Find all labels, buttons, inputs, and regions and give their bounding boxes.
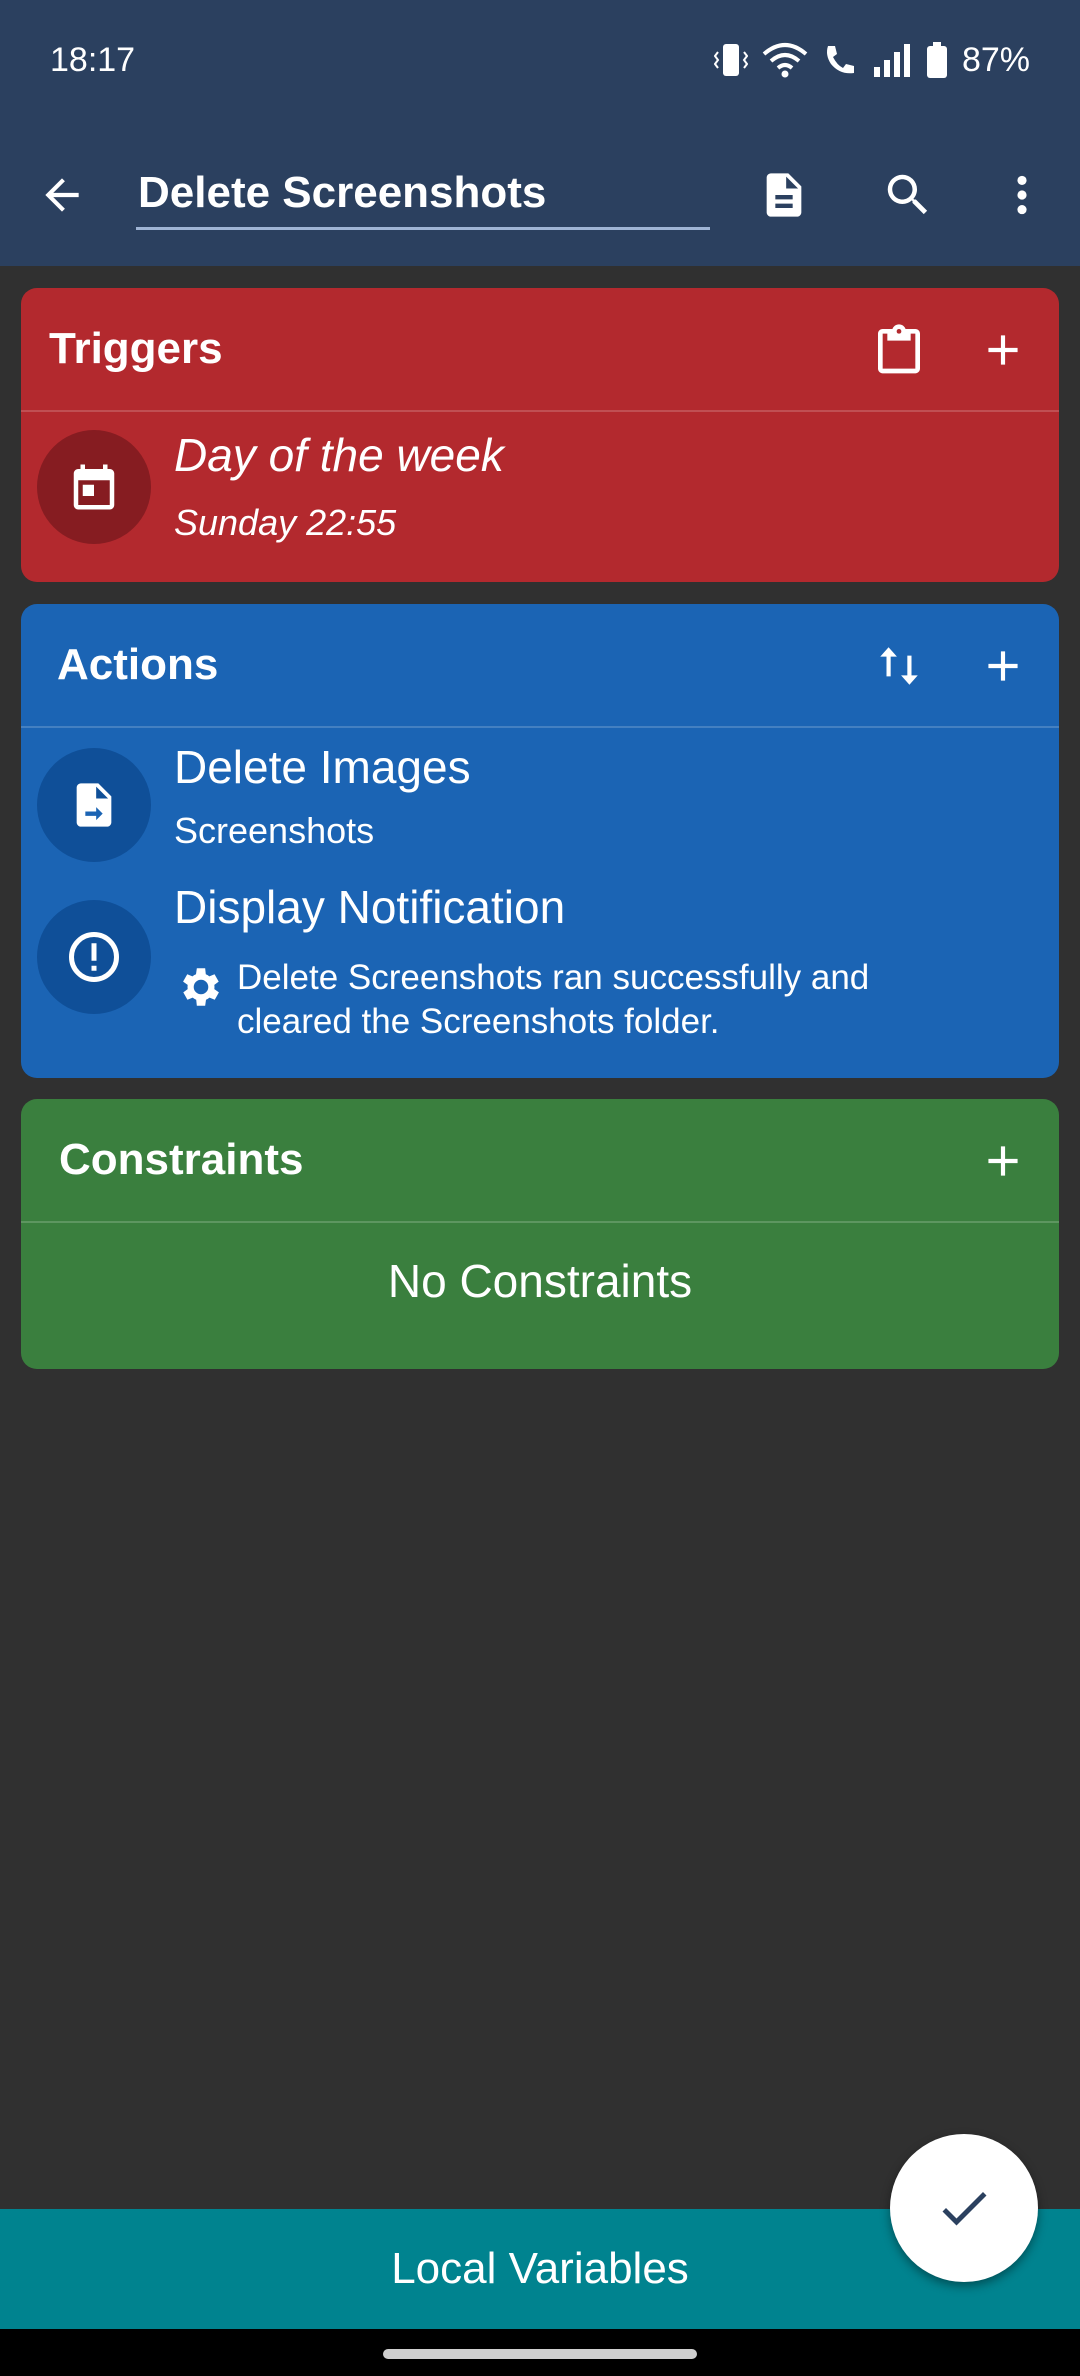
trigger-item-day-of-week[interactable]: Day of the week Sunday 22:55 <box>21 412 1059 582</box>
swap-vertical-icon <box>880 647 918 685</box>
file-move-icon <box>76 783 112 827</box>
action-icon-circle <box>37 748 151 862</box>
trigger-icon-circle <box>37 430 151 544</box>
wifi-calling-icon <box>826 46 854 74</box>
action-icon-circle <box>37 900 151 1014</box>
clipboard-icon <box>878 324 920 374</box>
action-item-display-notification[interactable]: Display Notification Delete Screenshots … <box>21 874 1059 1078</box>
constraints-header: Constraints <box>21 1099 1059 1223</box>
macro-name-text: Delete Screenshots <box>138 167 547 217</box>
triggers-card: Triggers Day of the week Sunday 22:55 <box>21 288 1059 582</box>
action-title: Delete Images <box>174 741 471 793</box>
search-button[interactable] <box>876 163 940 227</box>
back-button[interactable] <box>30 163 94 227</box>
reorder-actions-button[interactable] <box>867 634 931 698</box>
more-vert-icon <box>1017 175 1027 215</box>
home-gesture-pill[interactable] <box>383 2349 697 2359</box>
action-item-delete-images[interactable]: Delete Images Screenshots <box>21 728 1059 874</box>
triggers-title: Triggers <box>49 324 223 373</box>
description-button[interactable] <box>752 163 816 227</box>
actions-title: Actions <box>57 640 219 689</box>
check-icon <box>942 2192 987 2226</box>
action-subtitle: Screenshots <box>174 810 375 851</box>
navigation-bar <box>0 2329 1080 2376</box>
signal-icon <box>873 44 910 77</box>
status-time: 18:17 <box>50 40 136 79</box>
trigger-subtitle: Sunday 22:55 <box>174 502 397 543</box>
toolbar: Delete Screenshots <box>0 130 1080 260</box>
constraints-card: Constraints No Constraints <box>21 1099 1059 1369</box>
gear-icon <box>183 968 219 1006</box>
plus-icon <box>988 1146 1018 1176</box>
document-icon <box>766 173 802 217</box>
action-subtitle: Delete Screenshots ran successfully and … <box>237 958 870 1041</box>
paste-trigger-button[interactable] <box>867 318 931 382</box>
calendar-icon <box>73 464 115 510</box>
more-options-button[interactable] <box>990 163 1054 227</box>
battery-percent: 87% <box>961 40 1030 79</box>
wifi-icon <box>762 43 808 78</box>
triggers-header-actions <box>867 318 1035 382</box>
macro-name-input[interactable]: Delete Screenshots <box>136 158 710 230</box>
actions-header-actions <box>867 634 1035 698</box>
no-constraints-text: No Constraints <box>387 1255 693 1307</box>
add-action-button[interactable] <box>971 634 1035 698</box>
trigger-title: Day of the week <box>174 429 504 481</box>
status-icons: 87% <box>713 40 1030 80</box>
save-fab[interactable] <box>890 2134 1038 2282</box>
action-title: Display Notification <box>174 881 566 933</box>
triggers-header: Triggers <box>21 288 1059 412</box>
add-trigger-button[interactable] <box>971 318 1035 382</box>
local-variables-label: Local Variables <box>391 2244 689 2293</box>
actions-header: Actions <box>21 604 1059 728</box>
constraints-title: Constraints <box>59 1135 304 1184</box>
arrow-left-icon <box>45 178 79 212</box>
add-constraint-button[interactable] <box>971 1129 1035 1193</box>
battery-icon <box>926 42 947 78</box>
plus-icon <box>988 335 1018 365</box>
status-bar: 18:17 87% <box>0 0 1080 120</box>
search-icon <box>887 174 928 215</box>
app-bar: 18:17 87% Delete Screenshots <box>0 0 1080 266</box>
constraints-header-actions <box>971 1129 1035 1193</box>
plus-icon <box>988 651 1018 681</box>
actions-card: Actions Delete Images Screenshots Displa… <box>21 604 1059 1078</box>
vibrate-icon <box>713 44 748 76</box>
alert-circle-icon <box>69 932 119 982</box>
